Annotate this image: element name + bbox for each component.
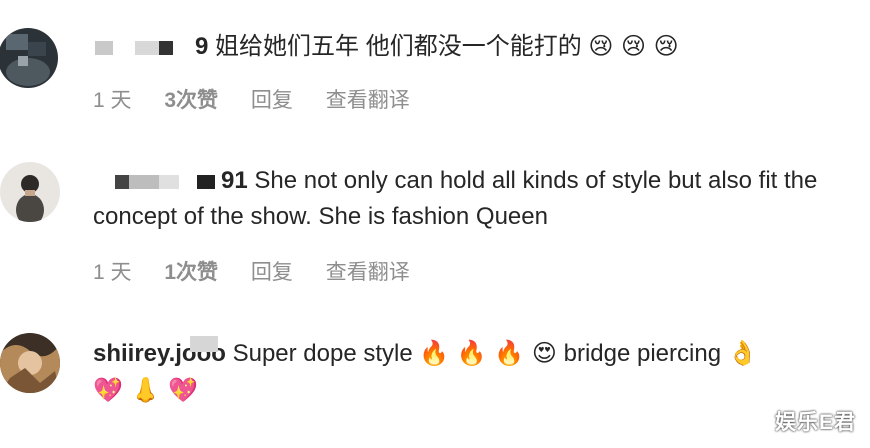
comment-meta: 1 天 3次赞 回复 查看翻译: [93, 84, 437, 114]
fire-icon: 🔥 🔥 🔥 😍: [419, 339, 557, 367]
reply-button[interactable]: 回复: [251, 89, 293, 112]
like-count[interactable]: 3次赞: [164, 89, 218, 112]
username[interactable]: 9: [93, 33, 208, 60]
ok-hand-icon: 👌: [727, 339, 758, 367]
timestamp: 1 天: [93, 261, 132, 284]
redacted-username-icon: [115, 174, 215, 189]
comment-text: 9 姐给她们五年 他们都没一个能打的 😢 😢 😢: [93, 28, 870, 65]
heart-nose-heart-icon: 💖 👃 💖: [93, 376, 198, 404]
reply-button[interactable]: 回复: [251, 261, 293, 284]
like-count[interactable]: 1次赞: [164, 261, 218, 284]
username[interactable]: 91: [93, 167, 248, 194]
translate-button[interactable]: 查看翻译: [326, 261, 410, 284]
translate-button[interactable]: 查看翻译: [326, 89, 410, 112]
watermark: 娱乐E君: [774, 411, 856, 434]
avatar[interactable]: [0, 28, 58, 88]
avatar[interactable]: [0, 162, 60, 222]
comment-meta: 1 天 1次赞 回复 查看翻译: [93, 256, 437, 286]
redaction-box: [190, 336, 218, 352]
comment-text: 91 She not only can hold all kinds of st…: [93, 167, 818, 230]
redacted-username-icon: [95, 40, 173, 55]
avatar[interactable]: [0, 333, 60, 393]
emoji-line: 💖 👃 💖: [93, 372, 853, 409]
timestamp: 1 天: [93, 89, 132, 112]
crying-face-icon: 😢 😢 😢: [588, 32, 679, 60]
